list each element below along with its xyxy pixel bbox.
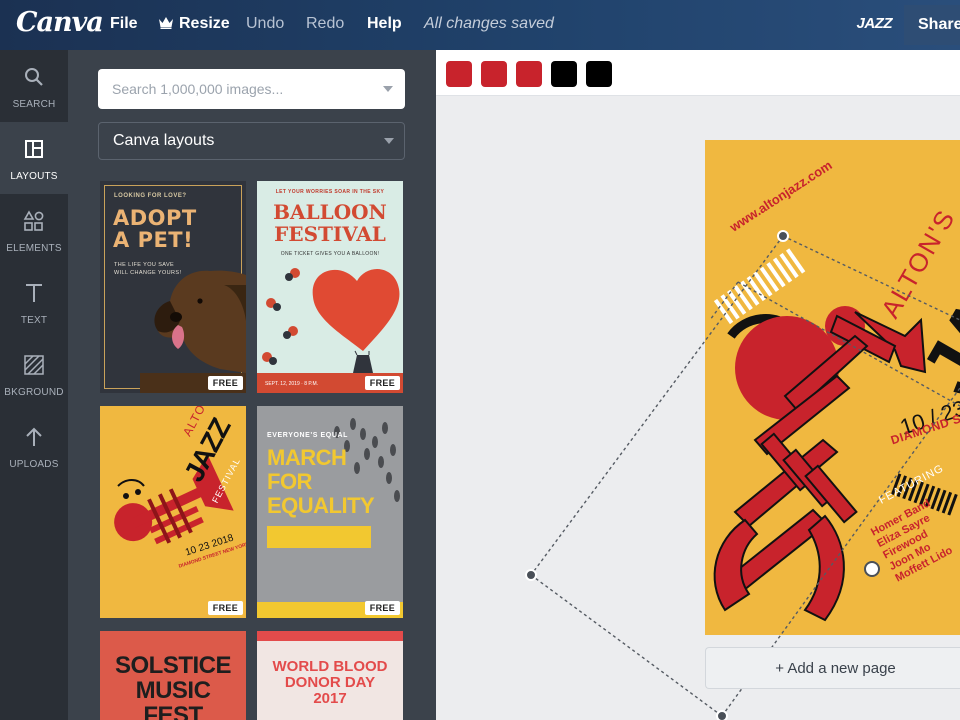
balloon-title-line1: BALLOON: [273, 200, 387, 224]
pet-body-line1: THE LIFE YOU SAVE: [114, 262, 175, 268]
svg-text:SEPT. 12, 2019 · 8 P.M.: SEPT. 12, 2019 · 8 P.M.: [265, 381, 318, 387]
solstice-title-line1: SOLSTICE: [114, 652, 232, 679]
rail-elements[interactable]: ELEMENTS: [0, 194, 68, 266]
resize-label: Resize: [179, 15, 230, 32]
free-badge: FREE: [207, 601, 243, 615]
solstice-title-line2: MUSIC: [135, 677, 211, 704]
template-solstice-music[interactable]: SOLSTICE MUSIC FEST: [100, 631, 246, 720]
march-title-line3: EQUALITY: [267, 493, 375, 518]
pet-body-line2: WILL CHANGE YOURS!: [114, 270, 182, 276]
document-title[interactable]: JAZZ: [857, 15, 893, 32]
solstice-title-line3: FEST: [143, 702, 203, 720]
template-march-equality[interactable]: EVERYONE'S EQUAL MARCH FOR EQUALITY FREE: [257, 406, 403, 618]
image-search: [98, 69, 405, 109]
pet-kicker: LOOKING FOR LOVE?: [114, 193, 187, 199]
dog-photo: [140, 270, 246, 393]
background-icon: [24, 355, 44, 375]
text-icon: [26, 284, 42, 302]
rail-search-label: SEARCH: [12, 99, 56, 110]
selection-handle[interactable]: [525, 569, 537, 581]
rail-background-label: BKGROUND: [4, 387, 64, 398]
rail-uploads-label: UPLOADS: [9, 459, 59, 470]
resize-menu[interactable]: Resize: [158, 15, 230, 33]
balloon-subtitle: ONE TICKET GIVES YOU A BALLOON!: [280, 251, 380, 257]
march-title-line1: MARCH: [267, 445, 347, 470]
uploads-icon: [26, 427, 42, 446]
search-icon: [25, 68, 43, 86]
search-input[interactable]: [98, 69, 378, 109]
march-title-line2: FOR: [267, 469, 312, 494]
blood-title-line1: WORLD BLOOD: [272, 658, 388, 675]
template-blood-donor[interactable]: WORLD BLOOD DONOR DAY 2017: [257, 631, 403, 720]
rail-search[interactable]: SEARCH: [0, 50, 68, 122]
rail-layouts-label: LAYOUTS: [10, 171, 58, 182]
color-swatch[interactable]: [516, 61, 542, 87]
pet-title-line2: A PET!: [113, 228, 194, 252]
canva-logo[interactable]: Canva: [16, 7, 104, 38]
crown-icon: [159, 17, 173, 29]
march-kicker: EVERYONE'S EQUAL: [267, 432, 349, 439]
free-badge: FREE: [364, 601, 400, 615]
march-banner: [267, 526, 371, 548]
layouts-icon: [25, 140, 43, 158]
rail-background[interactable]: BKGROUND: [0, 338, 68, 410]
free-badge: FREE: [207, 376, 243, 390]
rail-text-label: TEXT: [20, 315, 48, 326]
rail-text[interactable]: TEXT: [0, 266, 68, 338]
top-bar: Canva File Resize Undo Redo Help All cha…: [0, 0, 960, 50]
layouts-panel: Canva layouts LOOKING FOR LOVE? ADOPT A …: [68, 50, 436, 720]
balloon-kicker: LET YOUR WORRIES SOAR IN THE SKY: [275, 189, 385, 195]
color-swatch[interactable]: [446, 61, 472, 87]
left-rail: SEARCH LAYOUTS ELEMENTS TEXT BKGROUND UP…: [0, 50, 68, 720]
layouts-category-label: Canva layouts: [113, 132, 215, 149]
help-menu[interactable]: Help: [367, 15, 402, 33]
elements-icon: [23, 210, 44, 231]
pet-title-line1: ADOPT: [113, 206, 197, 230]
chevron-down-icon: [384, 138, 394, 144]
selection-handle[interactable]: [716, 710, 728, 720]
redo-button[interactable]: Redo: [306, 15, 344, 33]
undo-button[interactable]: Undo: [246, 15, 284, 33]
file-menu[interactable]: File: [110, 15, 138, 33]
color-swatch[interactable]: [551, 61, 577, 87]
add-new-page-button[interactable]: + Add a new page: [705, 647, 960, 689]
blood-title-year: 2017: [313, 690, 347, 707]
layouts-category-select[interactable]: Canva layouts: [98, 122, 405, 160]
save-status: All changes saved: [424, 15, 554, 32]
search-dropdown-icon[interactable]: [383, 86, 393, 92]
color-palette-bar: [436, 50, 960, 96]
design-canvas-poster[interactable]: www.altonjazz.com ALTON'S JA 10 / 23 DIA…: [705, 140, 960, 635]
rotate-handle-icon[interactable]: [864, 561, 880, 577]
free-badge: FREE: [364, 376, 400, 390]
blood-title-line2: DONOR DAY: [284, 674, 376, 691]
rail-elements-label: ELEMENTS: [6, 243, 62, 254]
selection-handle[interactable]: [777, 230, 789, 242]
template-balloon-festival[interactable]: LET YOUR WORRIES SOAR IN THE SKY BALLOON…: [257, 181, 403, 393]
color-swatch[interactable]: [481, 61, 507, 87]
template-adopt-pet[interactable]: LOOKING FOR LOVE? ADOPT A PET! THE LIFE …: [100, 181, 246, 393]
template-altons-jazz[interactable]: ALTON'S JAZZ FESTIVAL 10 23 2018 DIAMOND…: [100, 406, 246, 618]
balloon-title-line2: FESTIVAL: [274, 222, 386, 246]
rail-layouts[interactable]: LAYOUTS: [0, 122, 68, 194]
share-button[interactable]: Share: [904, 5, 960, 45]
balloon-illustration: SEPT. 12, 2019 · 8 P.M.: [257, 268, 403, 393]
color-swatch[interactable]: [586, 61, 612, 87]
rail-uploads[interactable]: UPLOADS: [0, 410, 68, 482]
